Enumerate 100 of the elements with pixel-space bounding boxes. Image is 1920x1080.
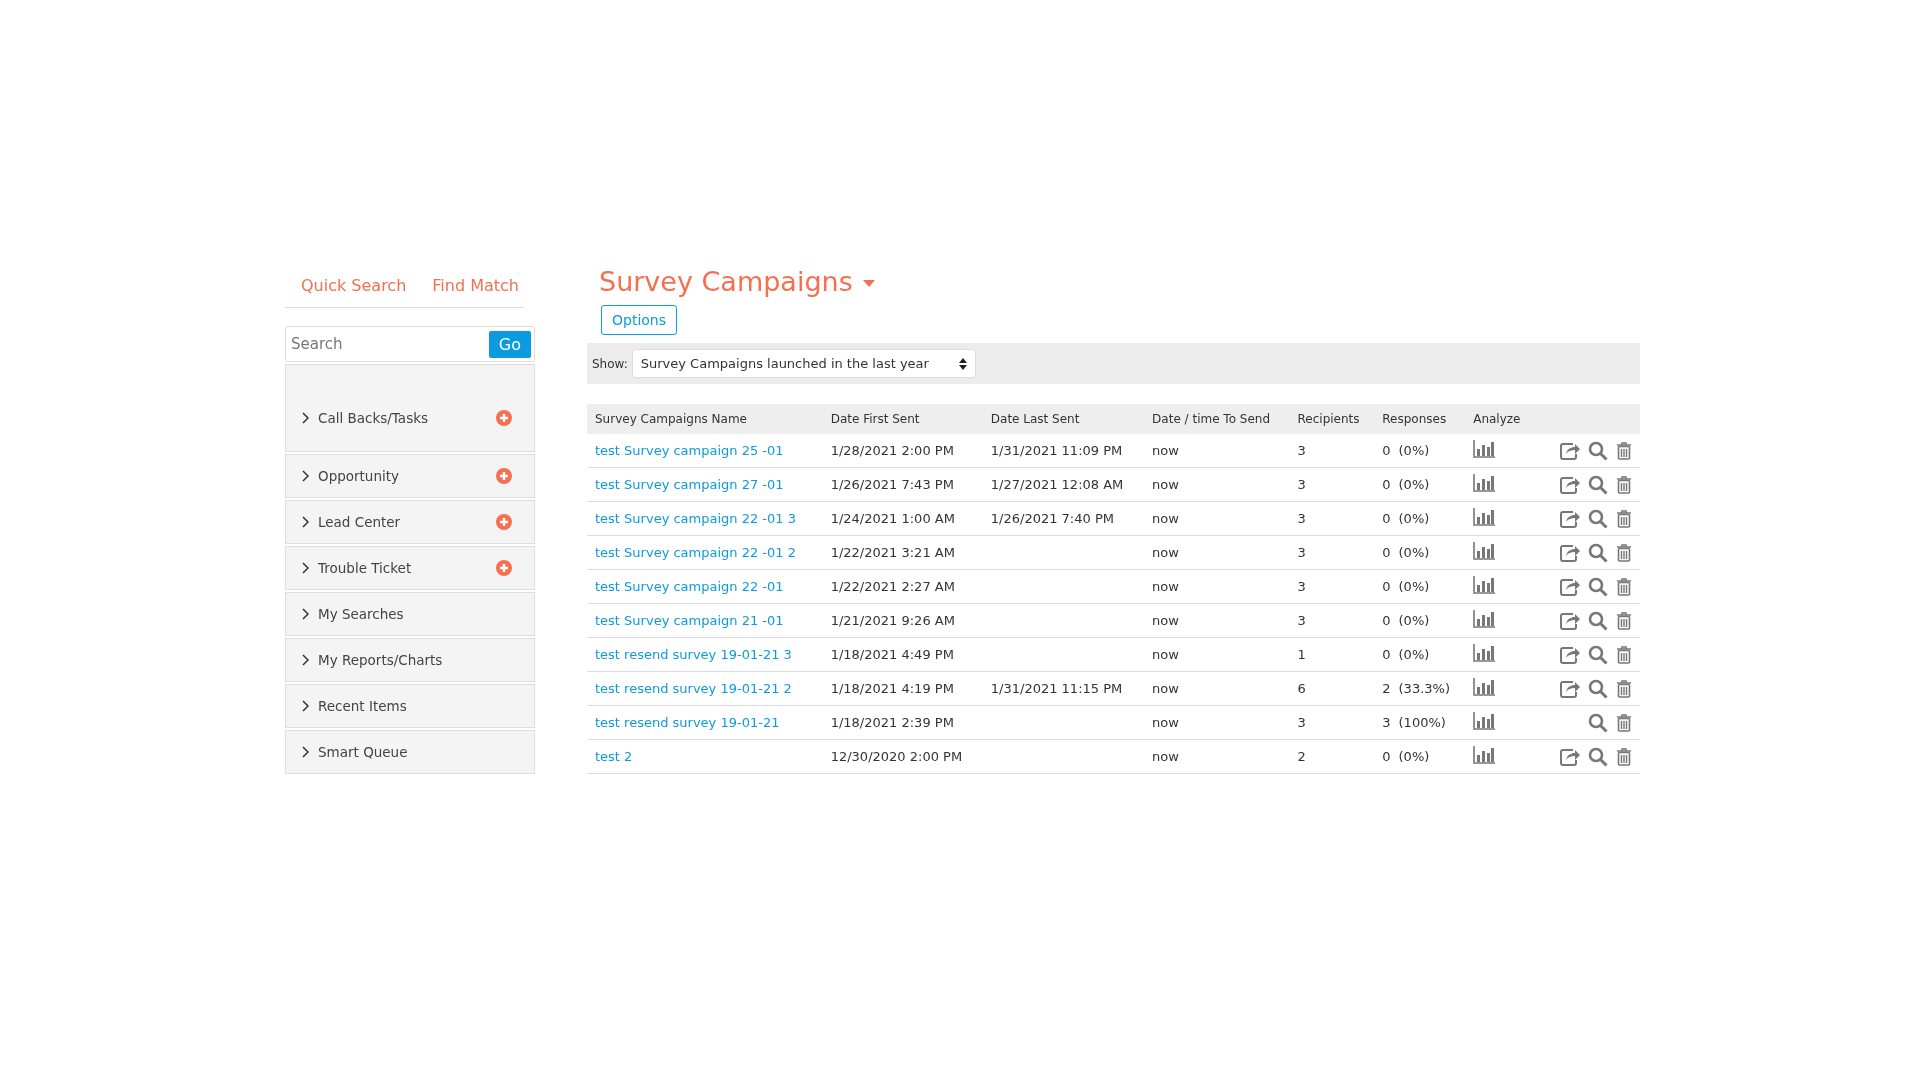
trash-icon[interactable] [1616, 747, 1632, 766]
nav-tab[interactable]: Quick Search [301, 276, 407, 295]
table-cell: 1/18/2021 2:39 PM [830, 715, 954, 730]
column-header: Date / time To Send [1144, 404, 1290, 434]
column-header: Date First Sent [822, 404, 983, 434]
table-cell: now [1152, 715, 1179, 730]
sidebar-item[interactable]: My Reports/Charts [285, 638, 535, 682]
page-title[interactable]: Survey Campaigns [599, 266, 853, 297]
share-icon[interactable] [1560, 679, 1580, 698]
table-cell: 3 [1297, 613, 1306, 628]
table-cell: (0%) [1398, 647, 1430, 662]
table-cell: 1/21/2021 9:26 AM [830, 613, 955, 628]
table-cell: 1/28/2021 2:00 PM [830, 443, 954, 458]
table-cell: 1/22/2021 2:27 AM [830, 579, 955, 594]
share-icon[interactable] [1560, 441, 1580, 460]
sidebar-item[interactable]: My Searches [285, 592, 535, 636]
table-cell: (0%) [1398, 511, 1430, 526]
bar-chart-icon[interactable] [1473, 576, 1496, 594]
share-icon[interactable] [1560, 611, 1580, 630]
trash-icon[interactable] [1616, 645, 1632, 664]
options-button[interactable]: Options [601, 305, 678, 335]
table-cell: 3 [1297, 443, 1306, 458]
campaign-link[interactable]: test resend survey 19-01-21 3 [595, 647, 792, 662]
search-icon[interactable] [1588, 712, 1608, 733]
trash-icon[interactable] [1616, 611, 1632, 630]
sidebar-item[interactable]: Smart Queue [285, 730, 535, 774]
campaign-link[interactable]: test Survey campaign 22 -01 3 [595, 511, 796, 526]
chevron-icon [302, 654, 309, 666]
bar-chart-icon[interactable] [1473, 440, 1496, 458]
share-icon[interactable] [1560, 509, 1580, 528]
bar-chart-icon[interactable] [1473, 508, 1496, 526]
table-cell: 1/26/2021 7:43 PM [830, 477, 954, 492]
search-icon[interactable] [1588, 474, 1608, 495]
table-cell: 1/22/2021 3:21 AM [830, 545, 955, 560]
campaign-link[interactable]: test resend survey 19-01-21 [595, 715, 780, 730]
search-icon[interactable] [1588, 440, 1608, 461]
search-icon[interactable] [1588, 610, 1608, 631]
sidebar-item[interactable]: Lead Center [285, 500, 535, 544]
search-icon[interactable] [1588, 576, 1608, 597]
table-cell: now [1152, 443, 1179, 458]
trash-icon[interactable] [1616, 475, 1632, 494]
table-cell: 1 [1297, 647, 1306, 662]
sidebar-item[interactable]: Call Backs/Tasks [285, 364, 535, 452]
share-icon[interactable] [1560, 543, 1580, 562]
share-icon[interactable] [1560, 645, 1580, 664]
table-cell: 2 [1297, 749, 1306, 764]
table-cell: 3 [1297, 715, 1306, 730]
sidebar-item[interactable]: Opportunity [285, 454, 535, 498]
search-field[interactable]: Search Go [285, 326, 535, 362]
nav-tab[interactable]: Find Match [432, 276, 519, 295]
share-icon[interactable] [1560, 475, 1580, 494]
campaign-link[interactable]: test Survey campaign 22 -01 2 [595, 545, 796, 560]
campaign-link[interactable]: test resend survey 19-01-21 2 [595, 681, 792, 696]
search-icon[interactable] [1588, 542, 1608, 563]
add-icon[interactable] [496, 514, 512, 530]
bar-chart-icon[interactable] [1473, 610, 1496, 628]
campaign-link[interactable]: test 2 [595, 749, 633, 764]
add-icon[interactable] [496, 468, 512, 484]
filter-label: Show: [592, 356, 628, 371]
share-icon[interactable] [1560, 747, 1580, 766]
table-cell: 6 [1297, 681, 1306, 696]
search-icon[interactable] [1588, 746, 1608, 767]
trash-icon[interactable] [1616, 713, 1632, 732]
chevron-icon [302, 516, 309, 528]
bar-chart-icon[interactable] [1473, 644, 1496, 662]
trash-icon[interactable] [1616, 577, 1632, 596]
add-icon[interactable] [496, 560, 512, 576]
sidebar-item[interactable]: Trouble Ticket [285, 546, 535, 590]
search-icon[interactable] [1588, 644, 1608, 665]
table-cell: now [1152, 511, 1179, 526]
trash-icon[interactable] [1616, 679, 1632, 698]
bar-chart-icon[interactable] [1473, 712, 1496, 730]
go-button[interactable]: Go [488, 330, 531, 358]
campaign-link[interactable]: test Survey campaign 21 -01 [595, 613, 784, 628]
trash-icon[interactable] [1616, 441, 1632, 460]
column-header: Analyze [1465, 404, 1534, 434]
trash-icon[interactable] [1616, 509, 1632, 528]
campaign-link[interactable]: test Survey campaign 22 -01 [595, 579, 784, 594]
chevron-icon [302, 412, 309, 424]
table-cell: 3 [1297, 579, 1306, 594]
bar-chart-icon[interactable] [1473, 746, 1496, 764]
bar-chart-icon[interactable] [1473, 678, 1496, 696]
caret-icon[interactable] [862, 280, 875, 287]
sort-icon [958, 357, 967, 370]
table-cell: (33.3%) [1398, 681, 1450, 696]
bar-chart-icon[interactable] [1473, 474, 1496, 492]
table-cell: now [1152, 647, 1179, 662]
search-icon[interactable] [1588, 508, 1608, 529]
table-cell: now [1152, 477, 1179, 492]
add-icon[interactable] [496, 410, 512, 426]
share-icon[interactable] [1560, 577, 1580, 596]
chevron-icon [302, 746, 309, 758]
bar-chart-icon[interactable] [1473, 542, 1496, 560]
campaign-link[interactable]: test Survey campaign 27 -01 [595, 477, 784, 492]
search-icon[interactable] [1588, 678, 1608, 699]
sidebar-item[interactable]: Recent Items [285, 684, 535, 728]
campaign-link[interactable]: test Survey campaign 25 -01 [595, 443, 784, 458]
filter-select[interactable]: Survey Campaigns launched in the last year [631, 349, 976, 378]
table-cell: 0 [1382, 443, 1391, 458]
trash-icon[interactable] [1616, 543, 1632, 562]
